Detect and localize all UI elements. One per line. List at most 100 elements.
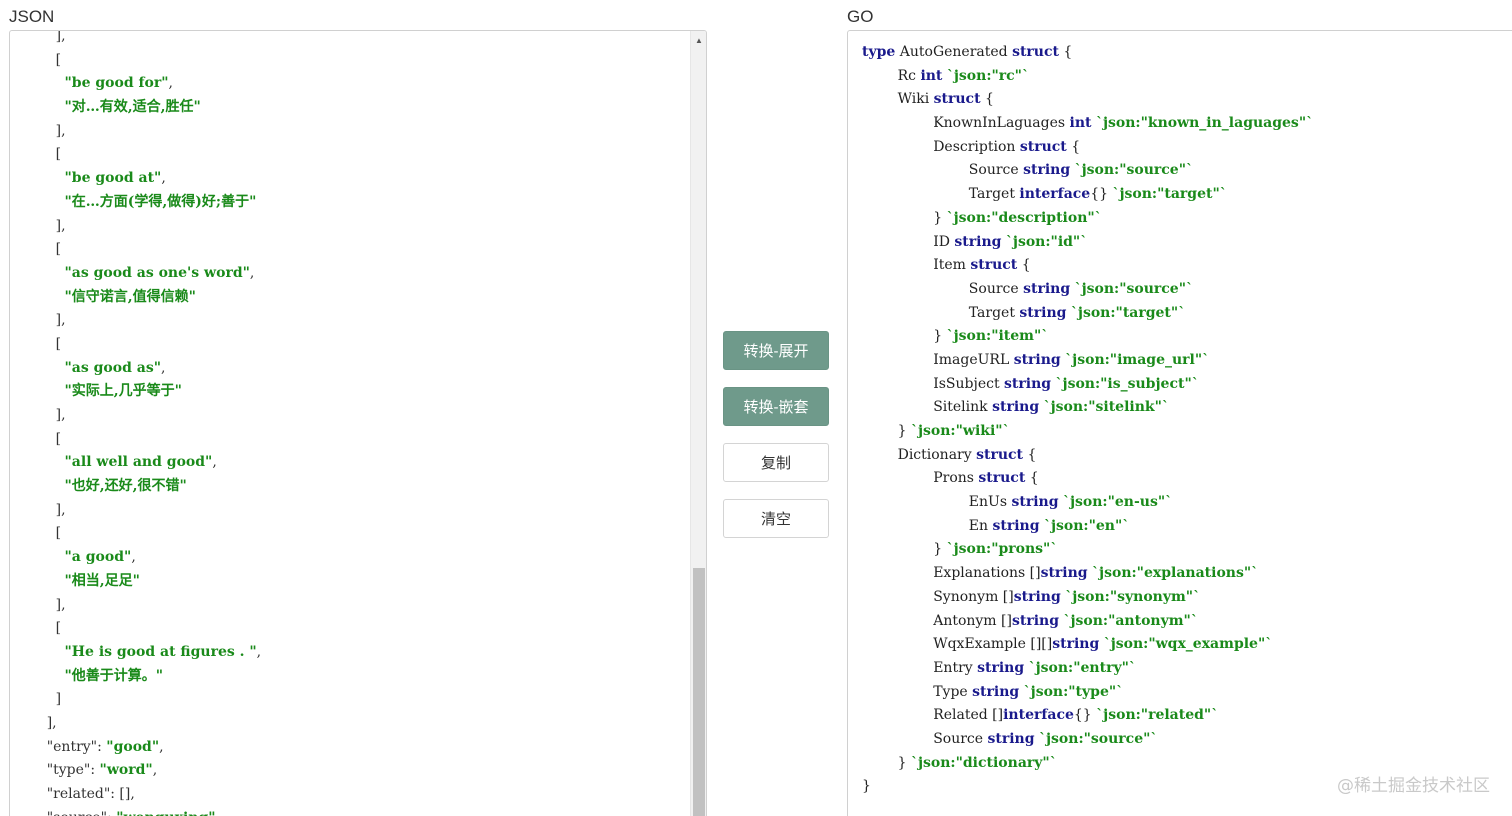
code-token: ],	[20, 122, 66, 139]
code-line: Rc int `json:"rc"`	[862, 65, 1313, 89]
code-token: }	[862, 423, 911, 439]
code-token: string	[972, 683, 1020, 700]
code-line: Related []interface{} `json:"related"`	[862, 704, 1313, 728]
code-line: [	[20, 617, 261, 641]
code-token: Prons	[862, 470, 979, 487]
code-line: "all well and good",	[20, 451, 261, 475]
json-input-editor[interactable]: ], [ "be good for", "对…有效,适合,胜任" ], [ "b…	[9, 30, 707, 816]
code-line: ],	[20, 712, 261, 736]
code-line: "对…有效,适合,胜任"	[20, 96, 261, 120]
code-token: Wiki	[862, 91, 934, 108]
code-token: struct	[978, 470, 1026, 487]
json-editor-scrollbar[interactable]: ▲	[690, 31, 706, 816]
code-line: Explanations []string `json:"explanation…	[862, 562, 1313, 586]
code-line: Description struct {	[862, 136, 1313, 160]
go-code-content[interactable]: type AutoGenerated struct { Rc int `json…	[862, 41, 1313, 799]
code-token: ,	[212, 454, 217, 471]
code-token: "在…方面(学得,做得)好;善于"	[64, 193, 257, 210]
code-token: "entry":	[20, 738, 107, 755]
convert-expand-button[interactable]: 转换-展开	[723, 331, 829, 370]
code-token: `json:"item"`	[946, 328, 1049, 345]
code-token: string	[1013, 588, 1061, 605]
code-line: Synonym []string `json:"synonym"`	[862, 586, 1313, 610]
code-line: Wiki struct {	[862, 88, 1313, 112]
code-line: "也好,还好,很不错"	[20, 475, 261, 499]
code-token: string	[1040, 565, 1088, 582]
scroll-up-arrow-icon[interactable]: ▲	[691, 33, 706, 49]
code-token: `json:"description"`	[946, 209, 1102, 226]
code-line: "相当,足足"	[20, 570, 261, 594]
code-line: Target interface{} `json:"target"`	[862, 183, 1313, 207]
code-token: ],	[20, 501, 66, 518]
code-line: } `json:"item"`	[862, 325, 1313, 349]
code-line: [	[20, 522, 261, 546]
code-line: ]	[20, 688, 261, 712]
code-token: `json:"target"`	[1112, 186, 1227, 203]
code-token: `json:"entry"`	[1028, 659, 1136, 676]
code-token: string	[1004, 375, 1052, 392]
code-token: En	[862, 517, 993, 534]
code-token: }	[862, 778, 871, 795]
scrollbar-thumb[interactable]	[693, 568, 705, 816]
code-line: }	[862, 775, 1313, 799]
code-token: struct	[970, 257, 1018, 274]
code-token: {	[980, 91, 994, 108]
code-token: Target	[862, 304, 1020, 321]
code-token: Explanations []	[862, 565, 1041, 582]
code-line: "be good at",	[20, 167, 261, 191]
code-line: } `json:"prons"`	[862, 538, 1313, 562]
go-output-editor[interactable]: type AutoGenerated struct { Rc int `json…	[847, 30, 1512, 816]
code-line: Entry string `json:"entry"`	[862, 657, 1313, 681]
code-line: "be good for",	[20, 72, 261, 96]
code-token: Rc	[862, 67, 921, 84]
code-token: {	[1023, 446, 1037, 463]
code-token: type	[862, 44, 896, 60]
code-token: `json:"related"`	[1096, 707, 1219, 724]
code-token: Type	[862, 683, 973, 700]
copy-button[interactable]: 复制	[723, 443, 829, 482]
code-token: {}	[1073, 707, 1097, 724]
code-token: struct	[1012, 44, 1059, 60]
code-token: "source":	[20, 810, 116, 816]
code-line: Source string `json:"source"`	[862, 278, 1313, 302]
code-token: `json:"source"`	[1038, 730, 1158, 747]
code-token: }	[862, 328, 947, 345]
code-line: "他善于计算。"	[20, 665, 261, 689]
code-line: ],	[20, 120, 261, 144]
code-token: "as good as one's word"	[64, 264, 250, 281]
code-token: [	[20, 51, 62, 68]
clear-button[interactable]: 清空	[723, 499, 829, 538]
code-token: }	[862, 209, 947, 226]
code-token: `json:"is_subject"`	[1055, 375, 1199, 392]
code-token: ],	[20, 407, 66, 423]
code-token: {}	[1090, 186, 1113, 203]
code-line: Type string `json:"type"`	[862, 681, 1313, 705]
code-line: [	[20, 333, 261, 357]
code-token: interface	[1019, 186, 1091, 203]
code-token: "good"	[106, 738, 160, 755]
json-code-content[interactable]: ], [ "be good for", "对…有效,适合,胜任" ], [ "b…	[20, 31, 262, 816]
code-token: "related": [],	[20, 786, 135, 802]
code-token: Item	[862, 257, 971, 274]
code-token: Target	[862, 186, 1020, 203]
code-line: "He is good at figures . ",	[20, 641, 262, 665]
code-token: string	[977, 659, 1025, 676]
convert-nested-button[interactable]: 转换-嵌套	[723, 387, 829, 426]
code-line: En string `json:"en"`	[862, 515, 1313, 539]
code-token: {	[1017, 257, 1031, 274]
code-token: `json:"explanations"`	[1092, 565, 1259, 582]
code-token: Related []	[862, 707, 1004, 724]
code-token: Description	[862, 138, 1020, 155]
code-token: int	[920, 67, 943, 84]
code-token: {	[1066, 138, 1081, 155]
code-line: ],	[20, 31, 261, 49]
code-token: [	[20, 146, 62, 163]
code-token: Source	[862, 162, 1024, 179]
code-line: ],	[20, 499, 261, 523]
